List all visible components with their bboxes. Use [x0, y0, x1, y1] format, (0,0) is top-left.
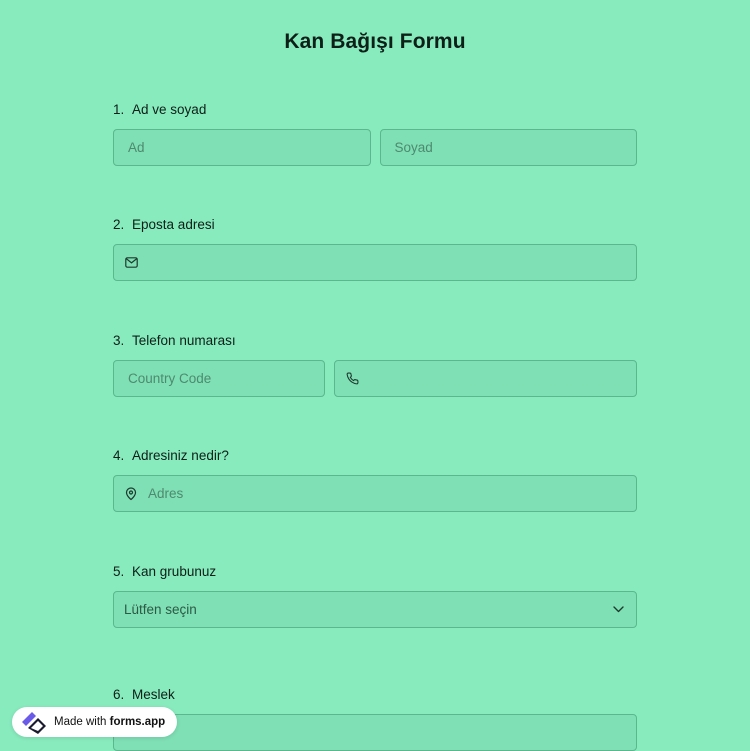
question-number: 4.	[113, 448, 125, 463]
email-input[interactable]	[114, 245, 636, 280]
first-name-input[interactable]	[114, 130, 370, 165]
question-label: 4. Adresiniz nedir?	[113, 447, 637, 465]
badge-brand: forms.app	[109, 716, 166, 728]
country-code-input[interactable]	[114, 361, 324, 396]
last-name-input[interactable]	[380, 130, 636, 165]
question-occupation: 6. Meslek	[113, 686, 637, 751]
question-text: Kan grubunuz	[132, 564, 217, 579]
question-number: 6.	[113, 687, 125, 702]
question-phone: 3. Telefon numarası	[113, 332, 637, 397]
question-label: 5. Kan grubunuz	[113, 563, 637, 581]
question-text: Meslek	[132, 687, 175, 702]
address-input[interactable]	[114, 476, 636, 511]
phone-fields-row	[113, 360, 637, 397]
phone-icon	[345, 372, 359, 386]
question-label: 2. Eposta adresi	[113, 216, 637, 234]
question-email: 2. Eposta adresi	[113, 216, 637, 281]
form-title: Kan Bağışı Formu	[284, 30, 466, 53]
question-blood-type: 5. Kan grubunuz Lütfen seçin	[113, 563, 637, 628]
blood-type-select[interactable]: Lütfen seçin	[113, 591, 637, 628]
blood-type-select-value: Lütfen seçin	[124, 602, 197, 617]
question-number: 5.	[113, 564, 125, 579]
question-address: 4. Adresiniz nedir?	[113, 447, 637, 512]
phone-field-wrapper	[334, 360, 637, 397]
made-with-forms-app-badge[interactable]: Made with forms.app	[12, 707, 178, 737]
forms-app-logo-icon	[20, 710, 48, 734]
occupation-field-wrapper	[113, 714, 637, 751]
country-code-field-wrapper	[113, 360, 325, 397]
question-label: 6. Meslek	[113, 686, 637, 704]
first-name-field-wrapper	[113, 129, 371, 166]
envelope-icon	[124, 256, 138, 270]
question-text: Telefon numarası	[132, 333, 236, 348]
question-text: Ad ve soyad	[132, 102, 207, 117]
chevron-down-icon	[613, 606, 624, 613]
email-field-wrapper	[113, 244, 637, 281]
question-label: 3. Telefon numarası	[113, 332, 637, 350]
question-number: 1.	[113, 102, 125, 117]
map-pin-icon	[124, 486, 138, 501]
question-number: 3.	[113, 333, 125, 348]
address-field-wrapper	[113, 475, 637, 512]
question-label: 1. Ad ve soyad	[113, 101, 637, 119]
badge-prefix: Made with	[54, 716, 110, 728]
question-number: 2.	[113, 217, 125, 232]
occupation-input[interactable]	[114, 715, 636, 750]
name-fields-row	[113, 129, 637, 166]
phone-input[interactable]	[335, 361, 636, 396]
question-text: Adresiniz nedir?	[132, 448, 229, 463]
question-name: 1. Ad ve soyad	[113, 101, 637, 166]
last-name-field-wrapper	[379, 129, 637, 166]
badge-text: Made with forms.app	[54, 716, 165, 728]
question-text: Eposta adresi	[132, 217, 215, 232]
